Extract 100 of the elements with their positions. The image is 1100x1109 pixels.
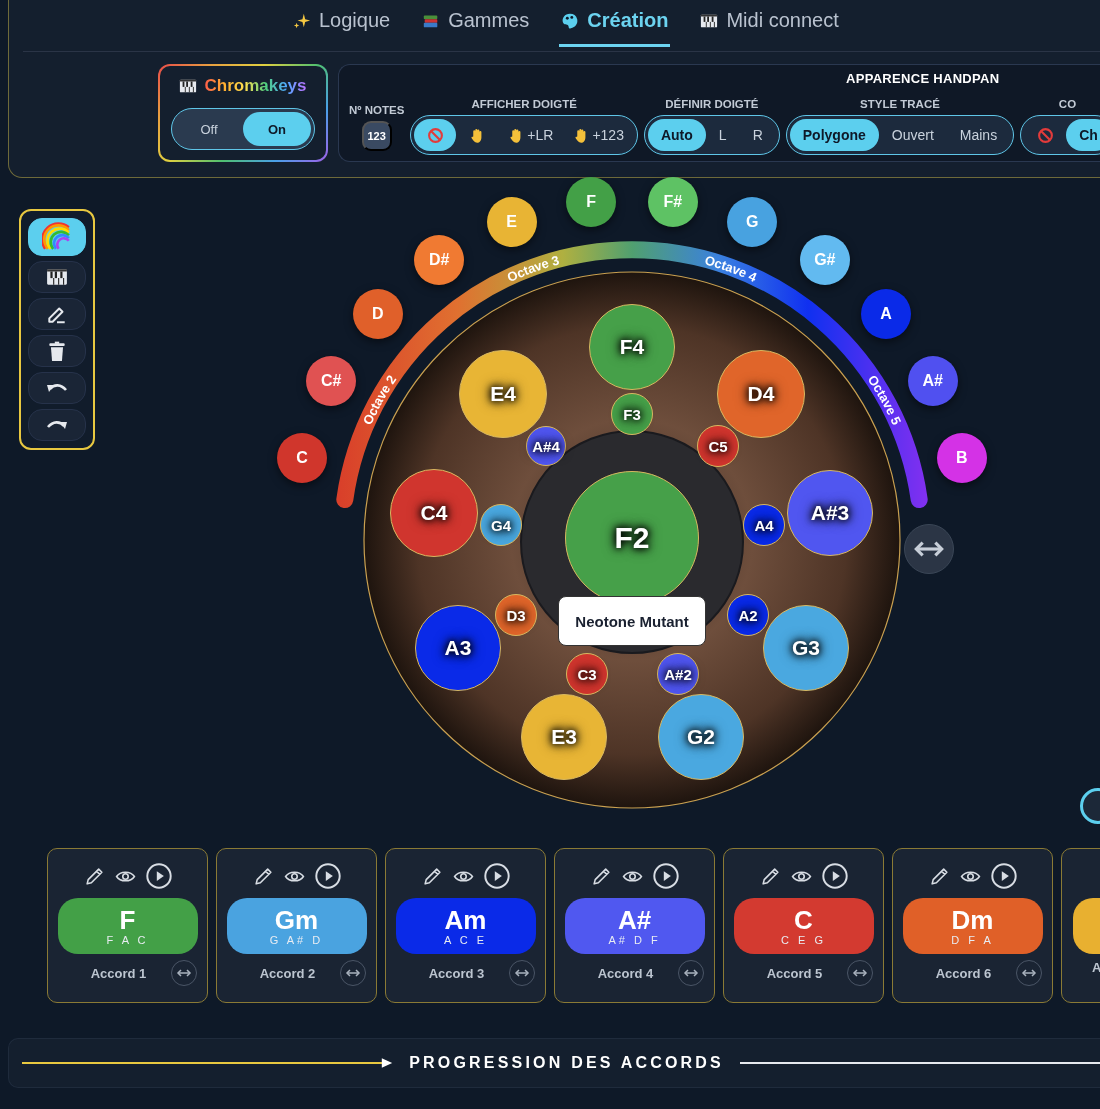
tool-button[interactable] (28, 335, 86, 367)
chord-label: Accord 1 (89, 965, 148, 981)
tool-button[interactable] (28, 218, 86, 256)
chord-notes: D F A (951, 934, 994, 946)
note-button[interactable]: A (861, 289, 912, 340)
edit-button[interactable] (928, 865, 950, 887)
chord-pill[interactable]: A# A# D F (564, 898, 705, 954)
group-label: DÉFINIR DOIGTÉ (665, 98, 759, 110)
play-icon (145, 863, 172, 889)
chord-pill[interactable]: Am A C E (395, 898, 536, 954)
segment-option[interactable]: L (705, 119, 740, 151)
nav-tab[interactable]: Gammes (420, 1, 532, 47)
segment-option[interactable]: Mains (946, 119, 1011, 151)
chord-name: A# (617, 906, 652, 934)
undo-icon (46, 382, 68, 394)
piano-icon (179, 77, 198, 95)
chord-label: Accord 4 (596, 965, 655, 981)
chord-label: Accord 2 (258, 965, 317, 981)
pencil-icon (252, 865, 274, 887)
tool-button[interactable] (28, 409, 86, 441)
group-label: STYLE TRACÉ (860, 98, 940, 110)
on-off-toggle[interactable]: Off On (171, 108, 315, 150)
prohibited-icon (1036, 126, 1054, 144)
note-button[interactable]: F (566, 177, 617, 228)
chord-name: C (794, 906, 813, 934)
chord-notes: A# D F (608, 934, 661, 946)
segment-option[interactable]: Auto (647, 119, 706, 151)
chord-name: F (119, 906, 136, 934)
rainbow-icon (42, 222, 72, 252)
chord-notes: C E G (781, 934, 826, 946)
segment-option[interactable]: R (739, 119, 776, 151)
pencil-icon (759, 865, 781, 887)
edit-button[interactable] (590, 865, 612, 887)
play-button[interactable] (314, 863, 341, 889)
group-label: CO (1058, 98, 1077, 110)
segment-option[interactable]: Ch (1066, 119, 1100, 151)
notes-count-button[interactable]: 123 (361, 121, 392, 151)
nav-tab[interactable]: Création (559, 1, 671, 47)
nav-tab[interactable]: Logique (291, 1, 393, 47)
play-button[interactable] (483, 863, 510, 889)
play-icon (990, 863, 1017, 889)
play-button[interactable] (990, 863, 1017, 889)
segment-option[interactable]: +123 (563, 119, 634, 151)
edit-button[interactable] (83, 865, 105, 887)
segment-option[interactable] (414, 119, 457, 151)
group-label: Nº NOTES (349, 104, 405, 116)
pencil-icon (590, 865, 612, 887)
chord-label: Accord 3 (427, 965, 486, 981)
chord-pill[interactable]: Gm G A# D (226, 898, 367, 954)
edit-button[interactable] (252, 865, 274, 887)
nav-tab[interactable]: Midi connect (698, 1, 841, 47)
tool-button[interactable] (28, 261, 86, 293)
segment-option[interactable]: Ouvert (878, 119, 947, 151)
section-title: PROGRESSION DES ACCORDS (409, 1054, 724, 1072)
redo-icon (46, 419, 68, 431)
swap-button[interactable] (904, 524, 954, 574)
palette-icon (561, 11, 580, 30)
chord-name: Am (444, 906, 487, 934)
pencil-icon (83, 865, 105, 887)
chord-name: Dm (951, 906, 994, 934)
card-title: Chromakeys (204, 76, 307, 96)
group-label: AFFICHER DOIGTÉ (471, 98, 577, 110)
tool-button[interactable] (28, 298, 86, 330)
note-button[interactable]: G (727, 197, 778, 247)
play-button[interactable] (145, 863, 172, 889)
model-name-tooltip: Neotone Mutant (558, 596, 706, 646)
note-button[interactable]: C# (306, 356, 357, 407)
play-icon (652, 863, 679, 889)
play-button[interactable] (821, 863, 848, 889)
segment-option[interactable]: +LR (498, 119, 564, 151)
section-title: APPARENCE HANDPAN (846, 71, 1001, 86)
toggle-option[interactable]: Off (175, 112, 243, 146)
piano-icon (46, 266, 68, 288)
trash-icon (46, 340, 68, 362)
note-button[interactable]: C (277, 432, 328, 483)
note-button[interactable]: A# (907, 356, 958, 407)
play-icon (821, 863, 848, 889)
chord-label: Accord 5 (765, 965, 824, 981)
chord-pill[interactable]: F F A C (57, 898, 198, 954)
note-button[interactable]: B (936, 432, 987, 483)
chord-notes: F A C (106, 934, 149, 946)
octave-label: Octave 3 (504, 251, 561, 285)
edit-button[interactable] (421, 865, 443, 887)
chord-notes: A C E (443, 934, 488, 946)
note-button[interactable]: D (352, 289, 403, 340)
chord-pill[interactable]: C C E G (733, 898, 874, 954)
tool-button[interactable] (28, 372, 86, 404)
play-icon (483, 863, 510, 889)
pencil-icon (928, 865, 950, 887)
chord-name: Gm (274, 906, 319, 934)
play-button[interactable] (652, 863, 679, 889)
note-button[interactable]: D# (414, 234, 465, 285)
toggle-option[interactable]: On (243, 112, 311, 146)
play-icon (314, 863, 341, 889)
chord-notes: G A# D (269, 934, 324, 946)
prohibited-icon (426, 126, 444, 144)
chord-pill[interactable]: Dm D F A (902, 898, 1043, 954)
pencil-icon (421, 865, 443, 887)
segment-option[interactable]: Polygone (789, 119, 879, 151)
edit-button[interactable] (759, 865, 781, 887)
